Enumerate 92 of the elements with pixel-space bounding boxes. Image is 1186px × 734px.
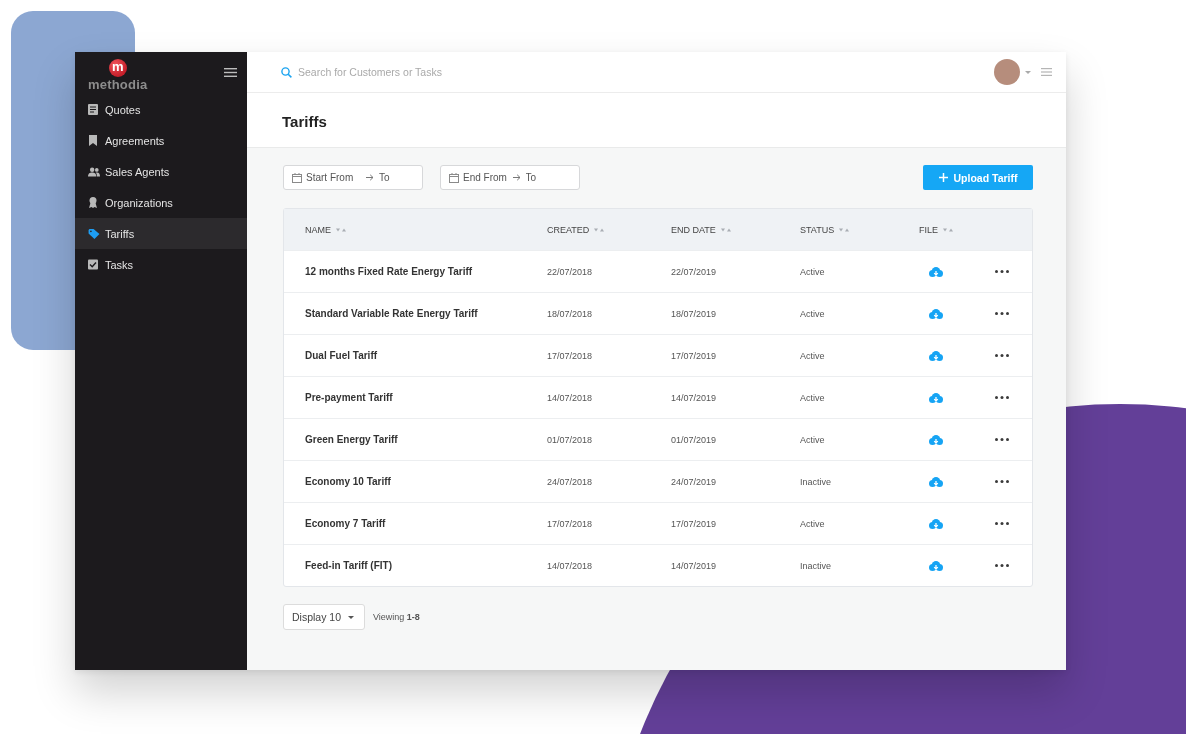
cloud-download-icon[interactable] (929, 350, 943, 361)
table-cell: Active (800, 350, 825, 361)
table-cell: 01/07/2018 (547, 434, 593, 445)
sort-icon (943, 227, 953, 232)
sort-icon (594, 227, 605, 232)
tag-icon (88, 228, 100, 239)
sidebar-item[interactable]: Agreements (75, 125, 247, 156)
to-date-input[interactable]: To (379, 172, 398, 183)
to-date-input[interactable]: To (525, 172, 544, 183)
cloud-download-icon[interactable] (929, 308, 943, 319)
table-cell: 01/07/2019 (671, 434, 717, 445)
sidebar-item[interactable]: Organizations (75, 187, 247, 218)
table-cell: Active (800, 392, 825, 403)
table-cell: 17/07/2018 (547, 350, 593, 361)
table-cell: Active (800, 308, 825, 319)
ellipsis-icon[interactable] (994, 480, 1009, 483)
logo-mark: m (108, 59, 127, 77)
logo-wordmark: methodia (88, 78, 148, 91)
ellipsis-icon[interactable] (994, 396, 1009, 399)
calendar-icon (292, 172, 302, 183)
ellipsis-icon[interactable] (994, 270, 1009, 273)
viewing-count: Viewing 1-8 (373, 612, 420, 622)
arrow-icon (512, 174, 521, 181)
column-header[interactable]: NAME (305, 224, 346, 235)
table-cell: Inactive (800, 560, 832, 571)
table-cell: Green Energy Tariff (305, 434, 398, 445)
cloud-download-icon[interactable] (929, 476, 943, 487)
table-cell: 17/07/2018 (547, 518, 593, 529)
menu-icon[interactable] (224, 68, 237, 77)
table-cell: 24/07/2019 (671, 476, 717, 487)
table-cell: Dual Fuel Tariff (305, 350, 378, 361)
ellipsis-icon[interactable] (994, 522, 1009, 525)
column-header[interactable]: STATUS (800, 224, 850, 235)
table-cell: 14/07/2019 (671, 392, 717, 403)
table-cell: Active (800, 266, 825, 277)
cloud-download-icon[interactable] (929, 392, 943, 403)
ellipsis-icon[interactable] (994, 438, 1009, 441)
table-cell: 14/07/2018 (547, 560, 593, 571)
sort-icon (336, 227, 346, 232)
sort-icon (839, 227, 850, 232)
table-cell: 18/07/2019 (671, 308, 717, 319)
table-cell: Active (800, 434, 825, 445)
checkbox-icon (88, 259, 98, 270)
table-cell: 12 months Fixed Rate Energy Tariff (305, 266, 473, 277)
sidebar-item[interactable]: Tasks (75, 249, 247, 280)
from-date-input[interactable]: Start From (306, 172, 366, 183)
avatar-placeholder[interactable] (994, 59, 1020, 85)
table-cell: 14/07/2019 (671, 560, 717, 571)
table-cell: Inactive (800, 476, 832, 487)
ellipsis-icon[interactable] (994, 354, 1009, 357)
award-icon (88, 197, 98, 208)
table-cell: Feed-in Tariff (FIT) (305, 560, 393, 571)
column-header[interactable]: END DATE (671, 224, 731, 235)
table-cell: 14/07/2018 (547, 392, 593, 403)
table-cell: 17/07/2019 (671, 518, 717, 529)
people-icon (88, 166, 100, 177)
cloud-download-icon[interactable] (929, 518, 943, 529)
page-size-select[interactable]: Display 10 (283, 604, 365, 630)
column-header[interactable]: CREATED (547, 224, 605, 235)
caret-icon[interactable] (1025, 70, 1031, 74)
table-cell: 18/07/2018 (547, 308, 593, 319)
caret-icon (348, 615, 354, 619)
date-range-field[interactable]: Start From To (283, 165, 423, 190)
ellipsis-icon[interactable] (994, 312, 1009, 315)
table-cell: Pre-payment Tariff (305, 392, 393, 403)
column-header[interactable]: FILE (919, 224, 953, 235)
page-title: Tariffs (282, 113, 327, 130)
cloud-download-icon[interactable] (929, 434, 943, 445)
search-icon (281, 66, 292, 78)
ellipsis-icon[interactable] (994, 564, 1009, 567)
arrow-icon (366, 174, 374, 181)
table-cell: 17/07/2019 (671, 350, 717, 361)
sidebar-item[interactable]: Quotes (75, 94, 247, 125)
calendar-icon (449, 172, 459, 183)
sort-icon (720, 227, 731, 232)
table-cell: Standard Variable Rate Energy Tariff (305, 308, 478, 319)
table-cell: Economy 10 Tariff (305, 476, 391, 487)
date-range-field[interactable]: End From To (440, 165, 580, 190)
table-cell: 24/07/2018 (547, 476, 593, 487)
table-cell: 22/07/2019 (671, 266, 717, 277)
table-cell: 22/07/2018 (547, 266, 593, 277)
table-cell: Active (800, 518, 825, 529)
plus-icon (938, 173, 948, 182)
sidebar-item[interactable]: Tariffs (75, 218, 247, 249)
cloud-download-icon[interactable] (929, 266, 943, 277)
sidebar-item[interactable]: Sales Agents (75, 156, 247, 187)
table-cell: Economy 7 Tariff (305, 518, 386, 529)
from-date-input[interactable]: End From (463, 172, 513, 183)
cloud-download-icon[interactable] (929, 560, 943, 571)
document-icon (88, 104, 98, 115)
search-field[interactable]: Search for Customers or Tasks (298, 66, 618, 78)
bookmark-icon (88, 135, 98, 146)
